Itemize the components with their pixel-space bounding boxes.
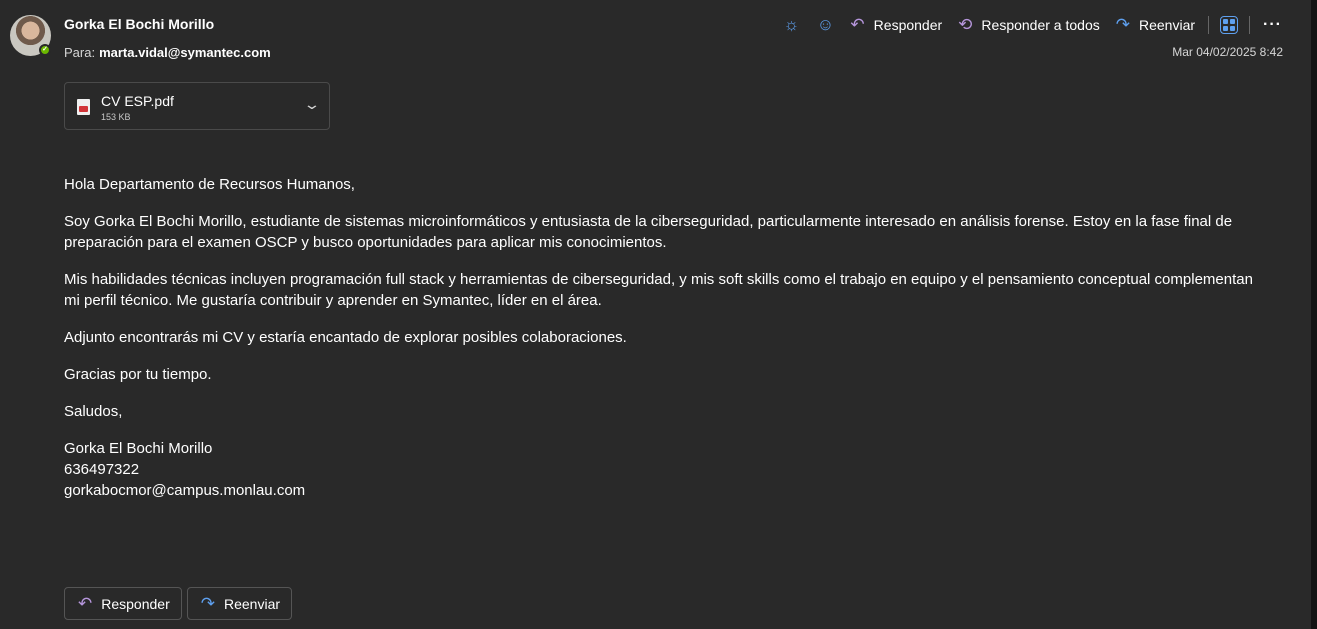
forward-label: Reenviar: [1138, 17, 1196, 33]
attachment-size: 153 KB: [101, 112, 131, 122]
reply-label: Responder: [873, 17, 943, 33]
apps-icon[interactable]: [1220, 16, 1239, 34]
body-paragraph: Soy Gorka El Bochi Morillo, estudiante d…: [64, 213, 1233, 251]
more-options-icon[interactable]: ···: [1255, 16, 1284, 34]
forward-button[interactable]: ↷ Reenviar: [1108, 12, 1203, 38]
footer-reply-label: Responder: [101, 595, 170, 612]
body-paragraph: Mis habilidades técnicas incluyen progra…: [64, 271, 1253, 309]
chevron-down-icon[interactable]: ⌄: [303, 96, 321, 113]
emoji-reaction-icon[interactable]: ☺: [808, 12, 842, 38]
toolbar-divider: [1208, 16, 1210, 34]
reply-icon: ↶: [78, 593, 93, 613]
signature: Gorka El Bochi Morillo 636497322 gorkabo…: [64, 438, 1264, 501]
forward-icon: ↷: [1115, 15, 1130, 34]
presence-available-icon: ✓: [39, 44, 51, 56]
reply-all-label: Responder a todos: [981, 17, 1100, 33]
recipient-line: Para: marta.vidal@symantec.com: [64, 45, 271, 60]
footer-forward-button[interactable]: ↷ Reenviar: [186, 587, 293, 620]
recipient-address[interactable]: marta.vidal@symantec.com: [99, 45, 271, 60]
to-label: Para:: [64, 45, 96, 60]
toolbar-divider: [1249, 16, 1251, 34]
message-body: Hola Departamento de Recursos Humanos, S…: [64, 174, 1264, 501]
reply-all-icon: ⟲: [958, 15, 973, 34]
window-edge: [1311, 0, 1317, 629]
attachment-card[interactable]: CV ESP.pdf 153 KB ⌄: [64, 82, 330, 130]
sun-icon[interactable]: ☼: [774, 12, 808, 38]
body-paragraph: Gracias por tu tiempo.: [64, 366, 212, 383]
attachment-name: CV ESP.pdf: [101, 93, 174, 109]
body-paragraph: Adjunto encontrarás mi CV y estaría enca…: [64, 329, 627, 346]
signature-phone: 636497322: [64, 461, 140, 478]
message-toolbar: ☼ ☺ ↶ Responder ⟲ Responder a todos ↷ Re…: [774, 12, 1284, 38]
reply-button[interactable]: ↶ Responder: [842, 12, 950, 38]
signature-name: Gorka El Bochi Morillo: [64, 440, 213, 457]
footer-forward-label: Reenviar: [224, 595, 281, 612]
sender-name[interactable]: Gorka El Bochi Morillo: [64, 16, 214, 32]
footer-reply-button[interactable]: ↶ Responder: [64, 587, 182, 620]
forward-icon: ↷: [200, 593, 215, 613]
pdf-file-icon: [77, 99, 90, 115]
signature-email: gorkabocmor@campus.monlau.com: [64, 482, 306, 499]
message-footer: ↶ Responder ↷ Reenviar: [64, 587, 293, 620]
closing: Saludos,: [64, 403, 123, 420]
reply-icon: ↶: [850, 15, 865, 34]
message-header: ✓ Gorka El Bochi Morillo Para: marta.vida…: [0, 0, 1311, 70]
reply-all-button[interactable]: ⟲ Responder a todos: [950, 12, 1108, 38]
message-datetime: Mar 04/02/2025 8:42: [1172, 45, 1283, 59]
greeting: Hola Departamento de Recursos Humanos,: [64, 176, 355, 193]
